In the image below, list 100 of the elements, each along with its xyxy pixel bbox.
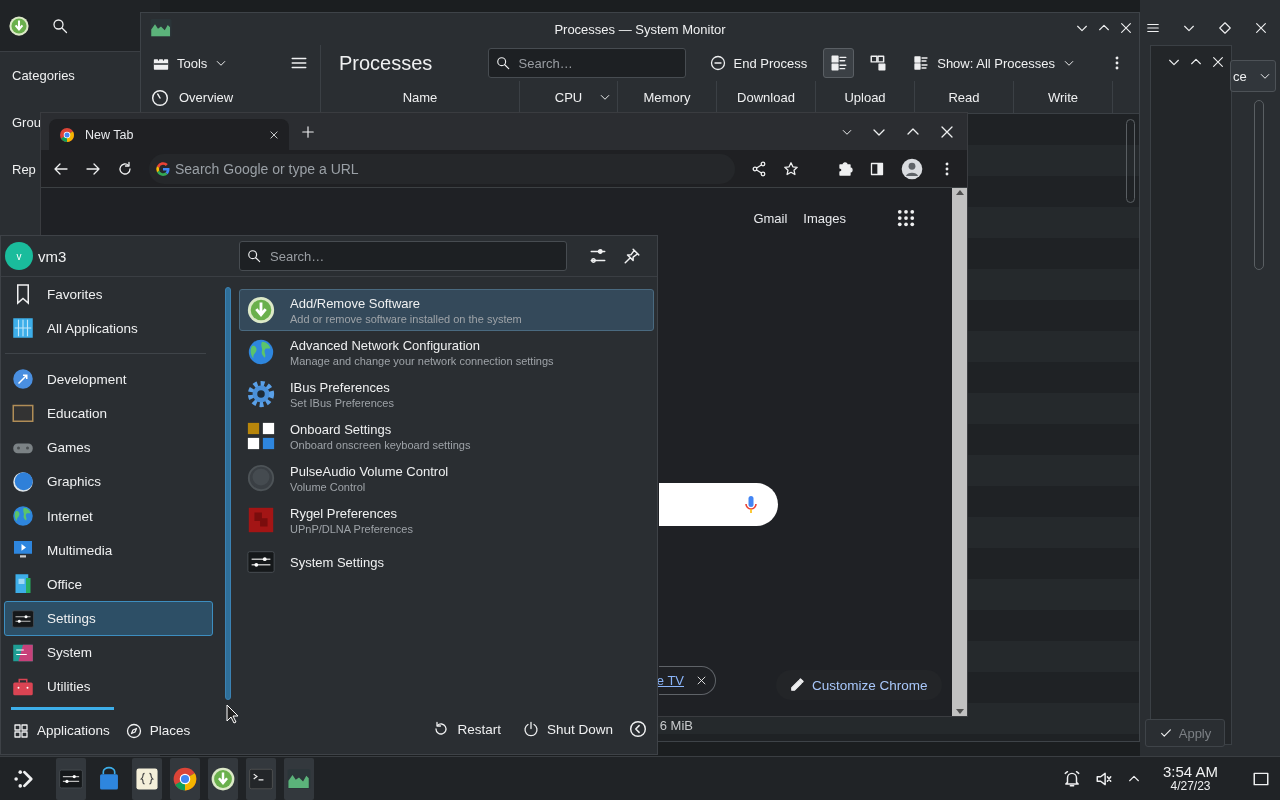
category-icon — [11, 504, 35, 528]
sidebar-item[interactable]: Overview — [141, 81, 320, 114]
float-icon[interactable] — [1218, 20, 1232, 35]
google-icon — [155, 160, 171, 177]
task-button[interactable] — [56, 757, 86, 800]
app-icon — [246, 295, 276, 325]
category-item[interactable]: Favorites — [4, 277, 213, 312]
scrollbar[interactable] — [224, 287, 231, 700]
category-item[interactable]: Multimedia — [4, 533, 213, 568]
restart-icon — [433, 721, 450, 737]
puzzle-icon[interactable] — [837, 160, 853, 177]
search-icon — [247, 249, 261, 263]
table-cell: 6 MiB — [659, 717, 693, 733]
task-button[interactable] — [208, 757, 238, 800]
customize-chrome-button[interactable]: Customize Chrome — [776, 670, 942, 700]
app-icon — [149, 16, 173, 40]
close-icon[interactable] — [1119, 21, 1133, 35]
compass-icon — [125, 722, 142, 739]
close-icon[interactable] — [1254, 20, 1268, 35]
scrollbar[interactable] — [952, 188, 967, 716]
apply-button[interactable]: Apply — [1145, 719, 1225, 747]
share-icon[interactable] — [751, 160, 767, 177]
sidebar-item[interactable]: Categories — [12, 52, 75, 99]
list-view-icon — [829, 54, 848, 72]
gauge-icon — [151, 88, 169, 107]
app-item[interactable]: PulseAudio Volume Control Volume Control — [239, 457, 654, 499]
app-item[interactable]: Onboard Settings Onboard onscreen keyboard settings — [239, 415, 654, 457]
task-button[interactable] — [170, 757, 200, 800]
dropdown[interactable]: ce — [1230, 60, 1276, 92]
app-icon — [246, 505, 276, 535]
pencil-icon — [790, 678, 804, 692]
category-item[interactable]: Utilities — [4, 669, 213, 705]
header-link[interactable]: Images — [803, 210, 846, 226]
alarm-icon[interactable] — [1062, 769, 1081, 788]
header-link[interactable]: Gmail — [753, 210, 788, 226]
task-button[interactable] — [132, 757, 162, 800]
download-icon — [8, 14, 30, 37]
category-item[interactable]: Graphics — [4, 464, 213, 499]
clock[interactable]: 3:54 AM 4/27/23 — [1162, 764, 1218, 793]
side-panel-icon[interactable] — [869, 160, 885, 177]
category-icon — [11, 316, 35, 341]
category-item[interactable]: Education — [4, 396, 213, 431]
search-box[interactable] — [659, 483, 778, 526]
search-icon[interactable] — [52, 17, 68, 34]
launcher-tab[interactable]: Places — [123, 707, 195, 751]
task-button[interactable] — [284, 757, 314, 800]
back-icon[interactable] — [629, 720, 647, 738]
profile-icon[interactable] — [901, 157, 923, 180]
filter-icon[interactable] — [589, 247, 607, 265]
app-icon — [246, 337, 276, 367]
window-title: Processes — System Monitor — [554, 21, 726, 37]
app-icon — [246, 421, 276, 451]
sidebar-item[interactable]: Grou — [12, 99, 41, 146]
app-item[interactable]: Rygel Preferences UPnP/DLNA Preferences — [239, 499, 654, 541]
new-tab-icon[interactable] — [301, 124, 315, 139]
reload-icon[interactable] — [117, 160, 133, 177]
grid-icon — [13, 722, 29, 739]
microphone-icon[interactable] — [744, 494, 758, 515]
list-view-icon — [913, 55, 930, 71]
category-icon — [11, 469, 35, 494]
star-icon[interactable] — [783, 160, 799, 177]
address-bar[interactable]: Search Google or type a URL — [149, 153, 735, 184]
column-header[interactable]: Write — [1014, 81, 1113, 113]
cursor-icon — [226, 704, 240, 724]
show-filter-dropdown[interactable]: Show: All Processes — [913, 55, 1075, 71]
category-item[interactable]: Games — [4, 430, 213, 465]
page-title: Processes — [338, 51, 433, 75]
category-item[interactable]: Office — [4, 567, 213, 602]
category-item[interactable]: All Applications — [4, 311, 213, 346]
category-item[interactable]: Settings — [4, 601, 213, 636]
tree-view-icon — [868, 54, 887, 72]
category-item[interactable]: Development — [4, 362, 213, 397]
view-button[interactable] — [823, 48, 855, 78]
category-item[interactable]: Internet — [4, 498, 213, 534]
browser-tab[interactable]: New Tab — [49, 119, 289, 150]
pin-icon[interactable] — [623, 247, 641, 265]
apps-grid-icon[interactable] — [896, 208, 916, 228]
end-process-icon — [709, 55, 726, 71]
app-item[interactable]: System Settings — [239, 541, 654, 583]
app-icon — [246, 463, 276, 493]
sidebar-item[interactable]: Rep — [12, 146, 36, 193]
search-field[interactable]: Search… — [239, 241, 567, 271]
launcher-tab[interactable]: Applications — [11, 707, 114, 751]
app-item[interactable]: IBus Preferences Set IBus Preferences — [239, 373, 654, 415]
app-icon — [172, 765, 198, 792]
close-icon[interactable] — [1211, 55, 1225, 69]
app-item[interactable]: Advanced Network Configuration Manage and change your network connection settings — [239, 331, 654, 373]
close-icon[interactable] — [696, 675, 707, 686]
search-field[interactable]: Search… — [487, 48, 686, 78]
category-item[interactable]: System — [4, 635, 213, 670]
restart-button[interactable]: Restart — [427, 721, 507, 737]
launcher-icon[interactable] — [12, 767, 34, 790]
app-item[interactable]: Add/Remove Software Add or remove software installed on the system — [239, 289, 654, 331]
user-name: vm3 — [38, 247, 67, 265]
tools-button[interactable]: Tools — [153, 55, 228, 71]
app-icon — [210, 765, 236, 792]
shut-down-button[interactable]: Shut Down — [516, 721, 619, 737]
app-icon — [246, 379, 276, 409]
close-icon[interactable] — [269, 129, 279, 140]
end-process-button[interactable]: End Process — [709, 55, 808, 71]
